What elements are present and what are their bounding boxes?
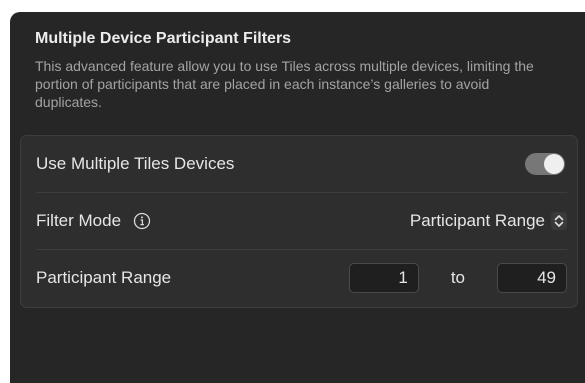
participant-range-label: Participant Range (36, 268, 172, 287)
section-description: This advanced feature allow you to use T… (35, 58, 534, 110)
filter-mode-row: Filter Mode Participant Range (36, 193, 567, 249)
chevron-up-down-icon (551, 212, 567, 230)
filter-mode-selected: Participant Range (409, 211, 545, 230)
toggle-knob (544, 154, 564, 174)
filter-mode-label: Filter Mode (36, 211, 122, 230)
multiple-devices-row: Use Multiple Tiles Devices (36, 136, 567, 192)
participant-range-row: Participant Range to (36, 250, 567, 306)
range-controls: to (348, 263, 567, 293)
filter-mode-popup[interactable]: Participant Range (410, 211, 567, 231)
range-separator-label: to (450, 268, 465, 287)
range-from-input[interactable] (348, 263, 419, 293)
settings-window: Multiple Device Participant Filters This… (10, 12, 585, 383)
info-icon[interactable] (133, 212, 151, 230)
settings-group: Use Multiple Tiles Devices Filter Mode P… (20, 135, 578, 308)
multiple-devices-toggle[interactable] (525, 153, 565, 175)
filter-mode-label-wrap: Filter Mode (36, 211, 151, 231)
section-title: Multiple Device Participant Filters (35, 30, 292, 47)
range-to-input[interactable] (497, 263, 567, 293)
multiple-devices-label: Use Multiple Tiles Devices (36, 154, 235, 173)
